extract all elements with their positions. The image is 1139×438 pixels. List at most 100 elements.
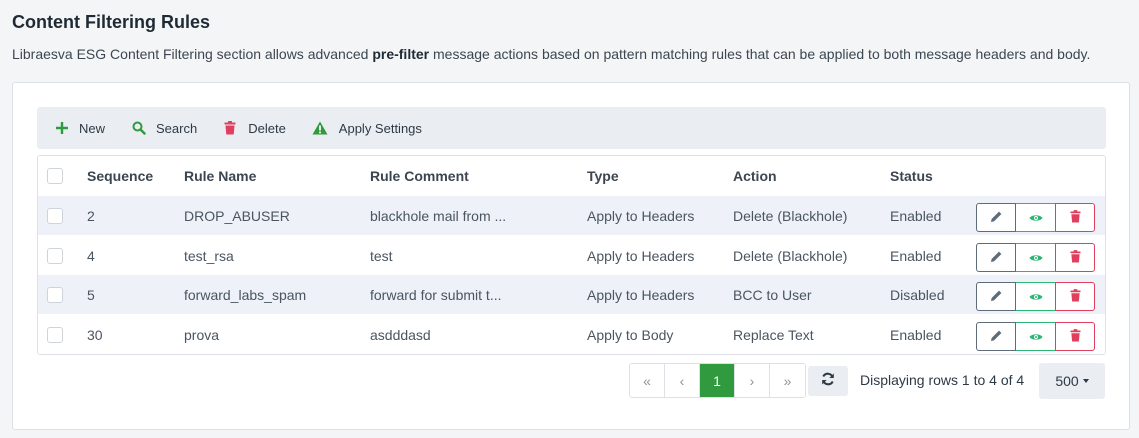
last-page-button[interactable]: » — [770, 364, 805, 397]
rules-card: New Search Delete Apply Settings Sequenc… — [12, 82, 1130, 430]
view-button[interactable] — [1016, 203, 1055, 232]
row-actions — [976, 322, 1095, 351]
eye-icon — [1029, 210, 1043, 226]
view-button[interactable] — [1016, 322, 1055, 351]
cell-sequence: 2 — [87, 207, 95, 224]
new-button-label: New — [79, 120, 106, 136]
table-row[interactable]: 5 forward_labs_spam forward for submit t… — [38, 275, 1105, 314]
cell-rule-name: test_rsa — [184, 247, 234, 264]
cell-rule-name: forward_labs_spam — [184, 286, 307, 303]
pencil-icon — [990, 250, 1003, 266]
cell-action: Replace Text — [733, 326, 814, 343]
pagination: « ‹ 1 › » — [629, 363, 806, 398]
page-size-dropdown[interactable]: 500 — [1039, 363, 1105, 399]
description-text-end: message actions based on pattern matchin… — [429, 46, 1091, 62]
trash-icon — [1069, 249, 1081, 266]
cell-rule-name: prova — [184, 326, 220, 343]
table-header-row: Sequence Rule Name Rule Comment Type Act… — [38, 156, 1105, 195]
row-actions — [976, 282, 1095, 311]
cell-rule-comment: asdddasd — [370, 326, 431, 343]
cell-status: Disabled — [890, 286, 945, 303]
row-actions — [976, 243, 1095, 272]
edit-button[interactable] — [976, 322, 1016, 351]
cell-status: Enabled — [890, 247, 942, 264]
apply-settings-label: Apply Settings — [338, 120, 422, 136]
description-text: Libraesva ESG Content Filtering section … — [12, 46, 373, 62]
page-description: Libraesva ESG Content Filtering section … — [12, 46, 1090, 62]
search-button[interactable]: Search — [131, 107, 197, 149]
caret-down-icon — [1082, 379, 1089, 383]
select-all-checkbox[interactable] — [47, 156, 63, 195]
delete-row-button[interactable] — [1055, 282, 1095, 311]
new-button[interactable]: New — [54, 107, 105, 149]
cell-action: Delete (Blackhole) — [733, 247, 848, 264]
row-checkbox[interactable] — [47, 275, 63, 314]
column-header-sequence[interactable]: Sequence — [87, 156, 153, 195]
delete-row-button[interactable] — [1055, 203, 1095, 232]
cell-rule-comment: test — [370, 247, 393, 264]
refresh-button[interactable] — [808, 366, 848, 396]
warning-icon — [312, 120, 328, 136]
delete-button-label: Delete — [248, 120, 286, 136]
column-header-rule-name[interactable]: Rule Name — [184, 156, 256, 195]
rows-info: Displaying rows 1 to 4 of 4 — [860, 372, 1025, 388]
edit-button[interactable] — [976, 243, 1016, 272]
page-size-value: 500 — [1055, 373, 1079, 389]
eye-icon — [1029, 289, 1043, 305]
cell-status: Enabled — [890, 207, 942, 224]
refresh-icon — [821, 372, 835, 391]
row-checkbox[interactable] — [47, 315, 63, 354]
description-bold-text: pre-filter — [372, 46, 430, 62]
cell-action: Delete (Blackhole) — [733, 207, 848, 224]
delete-row-button[interactable] — [1055, 322, 1095, 351]
plus-icon — [54, 120, 70, 136]
prev-page-button[interactable]: ‹ — [665, 364, 700, 397]
view-button[interactable] — [1016, 243, 1055, 272]
cell-action: BCC to User — [733, 286, 812, 303]
view-button[interactable] — [1016, 282, 1055, 311]
first-page-button[interactable]: « — [630, 364, 665, 397]
cell-type: Apply to Headers — [587, 207, 695, 224]
column-header-type[interactable]: Type — [587, 156, 619, 195]
eye-icon — [1029, 250, 1043, 266]
delete-button[interactable]: Delete — [222, 107, 286, 149]
page-title: Content Filtering Rules — [12, 12, 210, 32]
cell-rule-comment: blackhole mail from ... — [370, 207, 507, 224]
row-checkbox[interactable] — [47, 196, 63, 235]
next-page-button[interactable]: › — [735, 364, 770, 397]
search-button-label: Search — [156, 120, 198, 136]
cell-type: Apply to Headers — [587, 247, 695, 264]
cell-sequence: 4 — [87, 247, 95, 264]
row-checkbox[interactable] — [47, 236, 63, 275]
toolbar: New Search Delete Apply Settings — [37, 107, 1106, 149]
column-header-status[interactable]: Status — [890, 156, 933, 195]
trash-icon — [1069, 209, 1081, 226]
page-1-button[interactable]: 1 — [700, 364, 735, 397]
eye-icon — [1029, 329, 1043, 345]
table-row[interactable]: 4 test_rsa test Apply to Headers Delete … — [38, 236, 1105, 275]
cell-sequence: 30 — [87, 326, 103, 343]
trash-icon — [222, 120, 238, 136]
edit-button[interactable] — [976, 282, 1016, 311]
column-header-action[interactable]: Action — [733, 156, 777, 195]
cell-type: Apply to Headers — [587, 286, 695, 303]
table-row[interactable]: 30 prova asdddasd Apply to Body Replace … — [38, 315, 1105, 354]
cell-rule-name: DROP_ABUSER — [184, 207, 290, 224]
cell-type: Apply to Body — [587, 326, 674, 343]
search-icon — [131, 120, 147, 136]
trash-icon — [1069, 288, 1081, 305]
pencil-icon — [990, 329, 1003, 345]
edit-button[interactable] — [976, 203, 1016, 232]
cell-rule-comment: forward for submit t... — [370, 286, 502, 303]
rules-table: Sequence Rule Name Rule Comment Type Act… — [37, 155, 1106, 355]
row-actions — [976, 203, 1095, 232]
pencil-icon — [990, 210, 1003, 226]
delete-row-button[interactable] — [1055, 243, 1095, 272]
apply-settings-button[interactable]: Apply Settings — [312, 107, 422, 149]
pencil-icon — [990, 289, 1003, 305]
table-row[interactable]: 2 DROP_ABUSER blackhole mail from ... Ap… — [38, 196, 1105, 235]
cell-sequence: 5 — [87, 286, 95, 303]
cell-status: Enabled — [890, 326, 942, 343]
trash-icon — [1069, 328, 1081, 345]
column-header-rule-comment[interactable]: Rule Comment — [370, 156, 469, 195]
